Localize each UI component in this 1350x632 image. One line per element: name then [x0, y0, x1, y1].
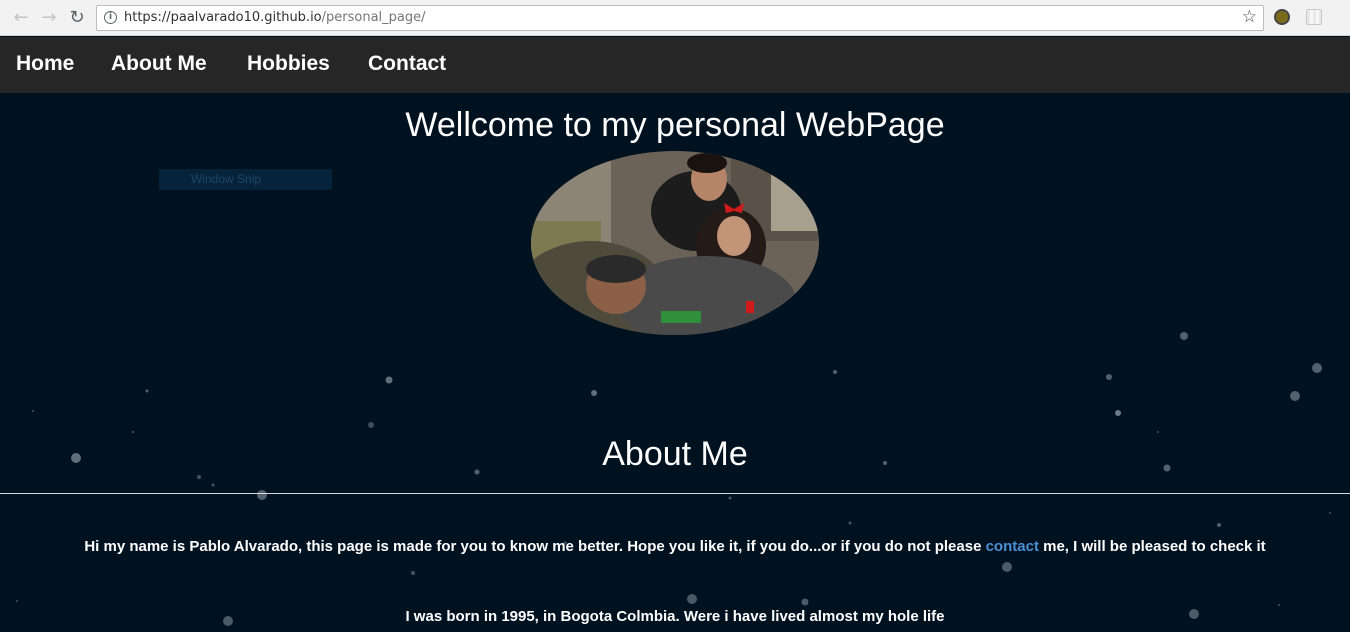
about-born-text: I was born in 1995, in Bogota Colmbia. W…: [405, 608, 945, 625]
url-path: /personal_page/: [321, 10, 426, 25]
page-title: Wellcome to my personal WebPage: [405, 106, 945, 144]
bookmark-star-icon[interactable]: ☆: [1242, 7, 1257, 27]
extension-grid-icon[interactable]: [1306, 9, 1322, 25]
intro-text-after: me, I will be pleased to check it: [1038, 538, 1266, 555]
nav-hobbies-link[interactable]: Hobbies: [247, 52, 330, 76]
reload-icon[interactable]: ↻: [66, 7, 88, 29]
address-bar[interactable]: i https://paalvarado10.github.io/persona…: [96, 5, 1264, 31]
intro-text-before: Hi my name is Pablo Alvarado, this page …: [84, 538, 986, 555]
window-snip-overlay: Window Snip: [159, 169, 332, 190]
contact-inline-link[interactable]: contact: [986, 538, 1039, 555]
nav-contact-link[interactable]: Contact: [368, 52, 446, 76]
site-navbar: Home About Me Hobbies Contact: [0, 37, 1350, 93]
nav-home-link[interactable]: Home: [16, 52, 74, 76]
browser-toolbar: ← → ↻ i https://paalvarado10.github.io/p…: [0, 0, 1350, 36]
about-intro-text: Hi my name is Pablo Alvarado, this page …: [60, 536, 1290, 557]
profile-photo: [531, 151, 819, 335]
back-arrow-icon[interactable]: ←: [10, 7, 32, 29]
main-content: Wellcome to my personal WebPage Window S…: [0, 93, 1350, 632]
about-me-heading: About Me: [602, 435, 748, 473]
url-host: https://paalvarado10.github.io: [124, 10, 322, 25]
forward-arrow-icon[interactable]: →: [38, 7, 60, 29]
nav-about-link[interactable]: About Me: [111, 52, 207, 76]
section-divider: [0, 493, 1350, 494]
url-text[interactable]: https://paalvarado10.github.io/personal_…: [124, 10, 426, 25]
info-icon[interactable]: i: [104, 11, 117, 24]
extension-bulb-icon[interactable]: [1274, 9, 1290, 25]
